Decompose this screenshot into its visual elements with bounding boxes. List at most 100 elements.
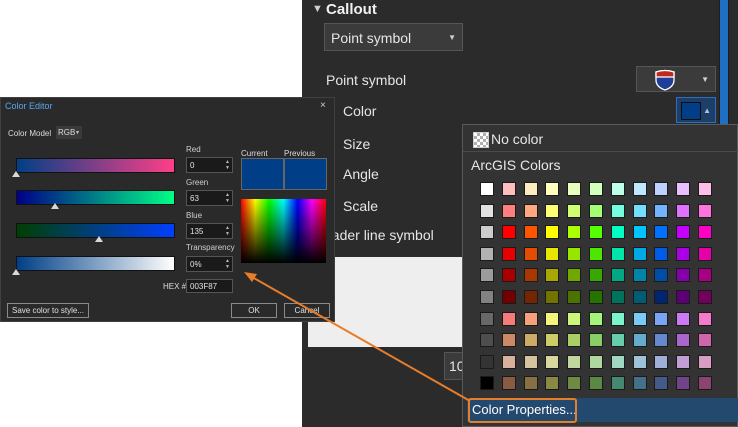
palette-swatch[interactable] <box>589 311 603 326</box>
palette-swatch[interactable] <box>610 354 625 369</box>
palette-swatch[interactable] <box>501 311 516 326</box>
palette-swatch[interactable] <box>676 354 691 369</box>
palette-swatch[interactable] <box>545 268 560 283</box>
transparency-slider-thumb[interactable] <box>12 269 20 275</box>
palette-swatch[interactable] <box>545 333 560 348</box>
palette-swatch[interactable] <box>523 268 538 283</box>
palette-swatch[interactable] <box>676 311 691 326</box>
palette-swatch[interactable] <box>480 311 494 326</box>
green-input[interactable]: 63 ▲ ▼ <box>186 190 233 206</box>
palette-swatch[interactable] <box>698 182 712 196</box>
palette-swatch[interactable] <box>501 376 516 391</box>
palette-swatch[interactable] <box>654 311 669 326</box>
palette-swatch[interactable] <box>523 290 538 304</box>
cancel-button[interactable]: Cancel <box>284 303 330 318</box>
palette-swatch[interactable] <box>589 268 603 283</box>
palette-swatch[interactable] <box>632 290 647 304</box>
palette-swatch[interactable] <box>501 182 516 196</box>
transparency-slider[interactable] <box>16 256 175 271</box>
palette-swatch[interactable] <box>654 268 669 283</box>
callout-type-dropdown[interactable]: Point symbol ▼ <box>324 23 463 51</box>
palette-swatch[interactable] <box>610 225 625 240</box>
palette-swatch[interactable] <box>545 225 560 240</box>
palette-swatch[interactable] <box>480 225 494 240</box>
palette-swatch[interactable] <box>589 203 603 218</box>
palette-swatch[interactable] <box>567 376 582 391</box>
spinner-arrows-icon[interactable]: ▲ ▼ <box>225 192 230 204</box>
no-color-option[interactable]: No color <box>491 131 543 147</box>
palette-swatch[interactable] <box>698 225 712 240</box>
palette-swatch[interactable] <box>632 354 647 369</box>
palette-swatch[interactable] <box>523 203 538 218</box>
palette-swatch[interactable] <box>501 246 516 261</box>
palette-swatch[interactable] <box>567 311 582 326</box>
color-picker-button[interactable]: ▲ <box>676 97 716 123</box>
collapse-chevron-icon[interactable]: ▼ <box>312 3 323 15</box>
palette-swatch[interactable] <box>632 311 647 326</box>
palette-swatch[interactable] <box>676 376 691 391</box>
palette-swatch[interactable] <box>567 203 582 218</box>
palette-swatch[interactable] <box>632 246 647 261</box>
palette-swatch[interactable] <box>632 182 647 196</box>
palette-swatch[interactable] <box>480 376 494 391</box>
palette-swatch[interactable] <box>567 354 582 369</box>
palette-swatch[interactable] <box>480 354 494 369</box>
color-model-select[interactable]: RGB ▼ <box>56 126 82 139</box>
palette-swatch[interactable] <box>480 290 494 304</box>
palette-swatch[interactable] <box>698 268 712 283</box>
palette-swatch[interactable] <box>676 225 691 240</box>
palette-swatch[interactable] <box>654 376 669 391</box>
palette-swatch[interactable] <box>654 246 669 261</box>
save-color-to-style-button[interactable]: Save color to style... <box>7 303 89 318</box>
palette-swatch[interactable] <box>632 333 647 348</box>
blue-slider-thumb[interactable] <box>95 236 103 242</box>
palette-swatch[interactable] <box>698 290 712 304</box>
spinner-arrows-icon[interactable]: ▲ ▼ <box>225 159 230 171</box>
palette-swatch[interactable] <box>589 333 603 348</box>
palette-swatch[interactable] <box>545 290 560 304</box>
palette-swatch[interactable] <box>589 354 603 369</box>
palette-swatch[interactable] <box>545 203 560 218</box>
palette-swatch[interactable] <box>698 311 712 326</box>
palette-swatch[interactable] <box>501 268 516 283</box>
palette-swatch[interactable] <box>698 333 712 348</box>
palette-swatch[interactable] <box>567 225 582 240</box>
palette-swatch[interactable] <box>676 182 691 196</box>
palette-swatch[interactable] <box>545 182 560 196</box>
palette-swatch[interactable] <box>567 333 582 348</box>
palette-swatch[interactable] <box>523 333 538 348</box>
palette-swatch[interactable] <box>676 268 691 283</box>
palette-swatch[interactable] <box>698 376 712 391</box>
palette-swatch[interactable] <box>654 203 669 218</box>
palette-swatch[interactable] <box>698 246 712 261</box>
palette-swatch[interactable] <box>567 182 582 196</box>
palette-swatch[interactable] <box>589 246 603 261</box>
palette-swatch[interactable] <box>523 225 538 240</box>
palette-swatch[interactable] <box>610 290 625 304</box>
palette-swatch[interactable] <box>676 203 691 218</box>
palette-swatch[interactable] <box>480 246 494 261</box>
palette-swatch[interactable] <box>523 246 538 261</box>
palette-swatch[interactable] <box>567 246 582 261</box>
palette-swatch[interactable] <box>589 290 603 304</box>
green-slider[interactable] <box>16 190 175 205</box>
callout-section-title[interactable]: Callout <box>326 1 377 18</box>
red-input[interactable]: 0 ▲ ▼ <box>186 157 233 173</box>
palette-swatch[interactable] <box>501 225 516 240</box>
palette-swatch[interactable] <box>610 333 625 348</box>
palette-swatch[interactable] <box>567 290 582 304</box>
palette-swatch[interactable] <box>480 182 494 196</box>
palette-swatch[interactable] <box>523 182 538 196</box>
palette-swatch[interactable] <box>501 203 516 218</box>
palette-swatch[interactable] <box>480 268 494 283</box>
palette-swatch[interactable] <box>654 182 669 196</box>
palette-swatch[interactable] <box>610 182 625 196</box>
red-slider-thumb[interactable] <box>12 171 20 177</box>
ok-button[interactable]: OK <box>231 303 277 318</box>
palette-swatch[interactable] <box>589 182 603 196</box>
palette-swatch[interactable] <box>567 268 582 283</box>
palette-swatch[interactable] <box>654 333 669 348</box>
palette-swatch[interactable] <box>523 311 538 326</box>
palette-swatch[interactable] <box>698 354 712 369</box>
palette-swatch[interactable] <box>501 290 516 304</box>
